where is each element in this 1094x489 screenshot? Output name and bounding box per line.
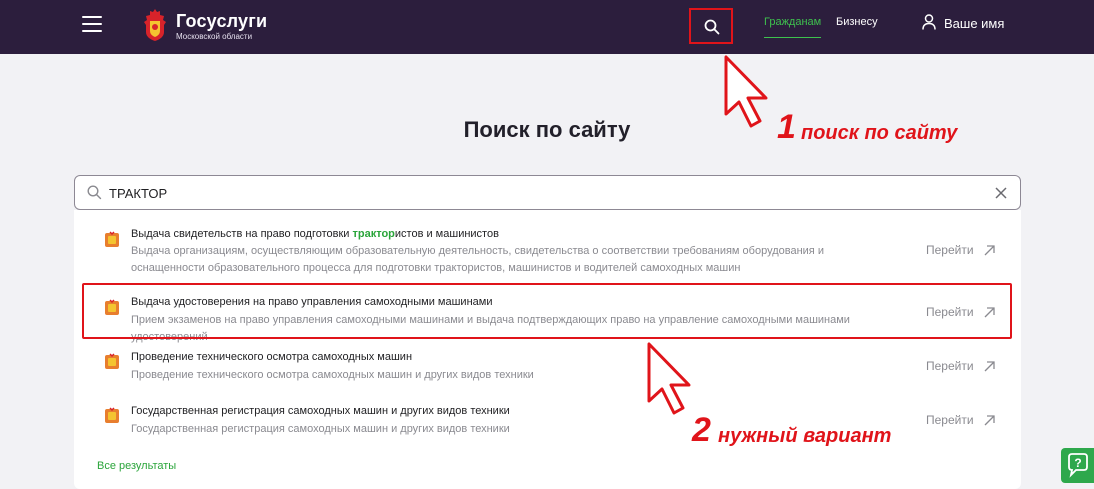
chat-button[interactable]: ? — [1061, 448, 1094, 483]
result-item[interactable]: Выдача свидетельств на право подготовки … — [74, 210, 1021, 276]
clear-icon[interactable] — [993, 185, 1009, 201]
annotation-number-one: 1 — [777, 108, 796, 146]
user-icon — [922, 14, 936, 30]
external-link-icon — [984, 307, 995, 318]
annotation-arrow-icon — [724, 55, 768, 128]
logo-title[interactable]: Госуслуги — [176, 11, 267, 32]
go-link[interactable]: Перейти — [926, 413, 995, 427]
service-icon — [105, 231, 119, 247]
service-icon — [105, 299, 119, 315]
nav-business-tab[interactable]: Бизнесу — [836, 16, 878, 28]
search-match-highlight: трактор — [352, 228, 395, 240]
external-link-icon — [984, 245, 995, 256]
external-link-icon — [984, 415, 995, 426]
annotation-number-two: 2 — [692, 411, 711, 449]
nav-citizens-tab[interactable]: Гражданам — [764, 16, 822, 38]
external-link-icon — [984, 361, 995, 372]
result-item[interactable]: Выдача удостоверения на право управления… — [74, 286, 1021, 343]
header-search-button[interactable] — [689, 8, 733, 44]
user-name-label: Ваше имя — [944, 16, 1005, 31]
annotation-label-two: нужный вариант — [718, 425, 892, 447]
coat-of-arms-icon[interactable] — [142, 8, 168, 42]
go-link[interactable]: Перейти — [926, 243, 995, 257]
annotation-arrow-icon — [647, 342, 691, 415]
chat-icon: ? — [1068, 453, 1088, 478]
result-title[interactable]: Выдача удостоверения на право управления… — [131, 296, 492, 308]
svg-text:?: ? — [1074, 456, 1081, 470]
result-title[interactable]: Проведение технического осмотра самоходн… — [131, 351, 412, 363]
all-results-link[interactable]: Все результаты — [97, 460, 176, 472]
go-link[interactable]: Перейти — [926, 359, 995, 373]
service-icon — [105, 353, 119, 369]
logo-subtitle: Московской области — [176, 32, 253, 41]
result-title[interactable]: Государственная регистрация самоходных м… — [131, 405, 510, 417]
result-description: Проведение технического осмотра самоходн… — [131, 369, 534, 381]
search-icon — [704, 19, 720, 35]
search-field[interactable] — [74, 175, 1021, 210]
go-link[interactable]: Перейти — [926, 305, 995, 319]
search-icon — [87, 185, 102, 200]
annotation-label-one: поиск по сайту — [801, 122, 958, 144]
result-description: Прием экзаменов на право управления само… — [131, 314, 850, 343]
menu-icon[interactable] — [82, 16, 102, 34]
search-input[interactable] — [109, 184, 989, 202]
result-item[interactable]: Проведение технического осмотра самоходн… — [74, 348, 1021, 388]
result-description: Выдача организациям, осуществляющим обра… — [131, 245, 824, 274]
top-header: Госуслуги Московской области Гражданам Б… — [0, 0, 1094, 54]
result-title[interactable]: Выдача свидетельств на право подготовки … — [131, 228, 499, 240]
service-icon — [105, 407, 119, 423]
